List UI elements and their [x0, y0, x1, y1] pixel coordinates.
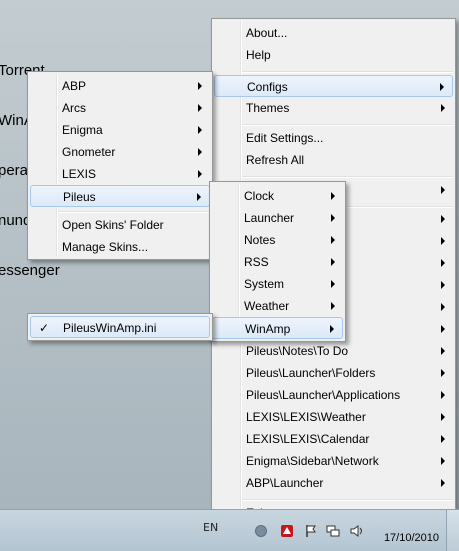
submenu-arrow-icon — [331, 192, 335, 200]
action-center-flag-icon[interactable] — [304, 524, 318, 538]
winamp-submenu: ✓ PileusWinAmp.ini — [27, 313, 213, 341]
submenu-arrow-icon — [198, 82, 202, 90]
menu-item-about[interactable]: About... — [214, 22, 453, 44]
submenu-arrow-icon — [441, 325, 445, 333]
desktop-icon-label[interactable]: essenger — [0, 262, 60, 279]
configs-item-enigma[interactable]: Enigma — [30, 119, 210, 141]
submenu-arrow-icon — [198, 104, 202, 112]
pileus-item-weather[interactable]: Weather — [212, 295, 343, 317]
submenu-arrow-icon — [198, 126, 202, 134]
submenu-arrow-icon — [441, 237, 445, 245]
configs-item-arcs[interactable]: Arcs — [30, 97, 210, 119]
submenu-arrow-icon — [441, 369, 445, 377]
show-desktop-button[interactable] — [446, 510, 459, 551]
submenu-arrow-icon — [331, 214, 335, 222]
configs-item-abp[interactable]: ABP — [30, 75, 210, 97]
configs-item-open-skins-folder[interactable]: Open Skins' Folder — [30, 214, 210, 236]
submenu-arrow-icon — [441, 457, 445, 465]
menu-item-configs[interactable]: Configs — [214, 75, 453, 97]
submenu-arrow-icon — [198, 170, 202, 178]
checkmark-icon: ✓ — [39, 321, 50, 335]
submenu-arrow-icon — [441, 215, 445, 223]
menu-item-skin[interactable]: Pileus\Notes\To Do — [214, 340, 453, 362]
menu-separator — [242, 499, 453, 501]
submenu-arrow-icon — [441, 479, 445, 487]
menu-item-skin[interactable]: Pileus\Launcher\Applications — [214, 384, 453, 406]
configs-item-lexis[interactable]: LEXIS — [30, 163, 210, 185]
submenu-arrow-icon — [441, 281, 445, 289]
submenu-arrow-icon — [441, 391, 445, 399]
submenu-arrow-icon — [440, 83, 444, 91]
menu-item-skin[interactable]: ABP\Launcher — [214, 472, 453, 494]
antivirus-icon[interactable] — [280, 524, 294, 538]
volume-icon[interactable] — [350, 524, 364, 538]
submenu-arrow-icon — [441, 303, 445, 311]
configs-item-pileus[interactable]: Pileus — [30, 185, 210, 207]
network-icon[interactable] — [326, 524, 340, 538]
pileus-item-system[interactable]: System — [212, 273, 343, 295]
pileus-item-notes[interactable]: Notes — [212, 229, 343, 251]
submenu-arrow-icon — [198, 148, 202, 156]
submenu-arrow-icon — [197, 193, 201, 201]
language-indicator[interactable]: EN — [203, 521, 218, 534]
pileus-item-clock[interactable]: Clock — [212, 185, 343, 207]
submenu-arrow-icon — [331, 280, 335, 288]
pileus-item-rss[interactable]: RSS — [212, 251, 343, 273]
menu-item-skin[interactable]: LEXIS\LEXIS\Weather — [214, 406, 453, 428]
menu-separator — [58, 211, 210, 213]
menu-item-skin[interactable]: Pileus\Launcher\Folders — [214, 362, 453, 384]
submenu-arrow-icon — [441, 259, 445, 267]
desktop-icon-label[interactable]: pera — [0, 162, 28, 179]
winamp-item-pileuswinamp-ini[interactable]: ✓ PileusWinAmp.ini — [30, 316, 210, 338]
clock-date[interactable]: 17/10/2010 — [384, 532, 439, 544]
submenu-arrow-icon — [441, 435, 445, 443]
menu-item-skin[interactable]: LEXIS\LEXIS\Calendar — [214, 428, 453, 450]
pileus-item-winamp[interactable]: WinAmp — [212, 317, 343, 339]
submenu-arrow-icon — [441, 186, 445, 194]
menu-item-refresh-all[interactable]: Refresh All — [214, 149, 453, 171]
tray-app-icon[interactable] — [254, 524, 268, 538]
menu-separator — [242, 176, 453, 178]
menu-item-edit-settings[interactable]: Edit Settings... — [214, 127, 453, 149]
menu-item-help[interactable]: Help — [214, 44, 453, 66]
menu-separator — [242, 71, 453, 73]
pileus-item-launcher[interactable]: Launcher — [212, 207, 343, 229]
submenu-arrow-icon — [331, 302, 335, 310]
configs-item-gnometer[interactable]: Gnometer — [30, 141, 210, 163]
menu-item-skin[interactable]: Enigma\Sidebar\Network — [214, 450, 453, 472]
pileus-submenu: Clock Launcher Notes RSS System Weather … — [209, 181, 346, 342]
menu-item-themes[interactable]: Themes — [214, 97, 453, 119]
taskbar: EN 17/10/2010 — [0, 509, 459, 551]
submenu-arrow-icon — [330, 325, 334, 333]
submenu-arrow-icon — [441, 104, 445, 112]
submenu-arrow-icon — [441, 347, 445, 355]
configs-item-manage-skins[interactable]: Manage Skins... — [30, 236, 210, 258]
submenu-arrow-icon — [331, 258, 335, 266]
configs-submenu: ABP Arcs Enigma Gnometer LEXIS Pileus Op… — [27, 71, 213, 260]
submenu-arrow-icon — [441, 413, 445, 421]
menu-separator — [242, 124, 453, 126]
submenu-arrow-icon — [331, 236, 335, 244]
